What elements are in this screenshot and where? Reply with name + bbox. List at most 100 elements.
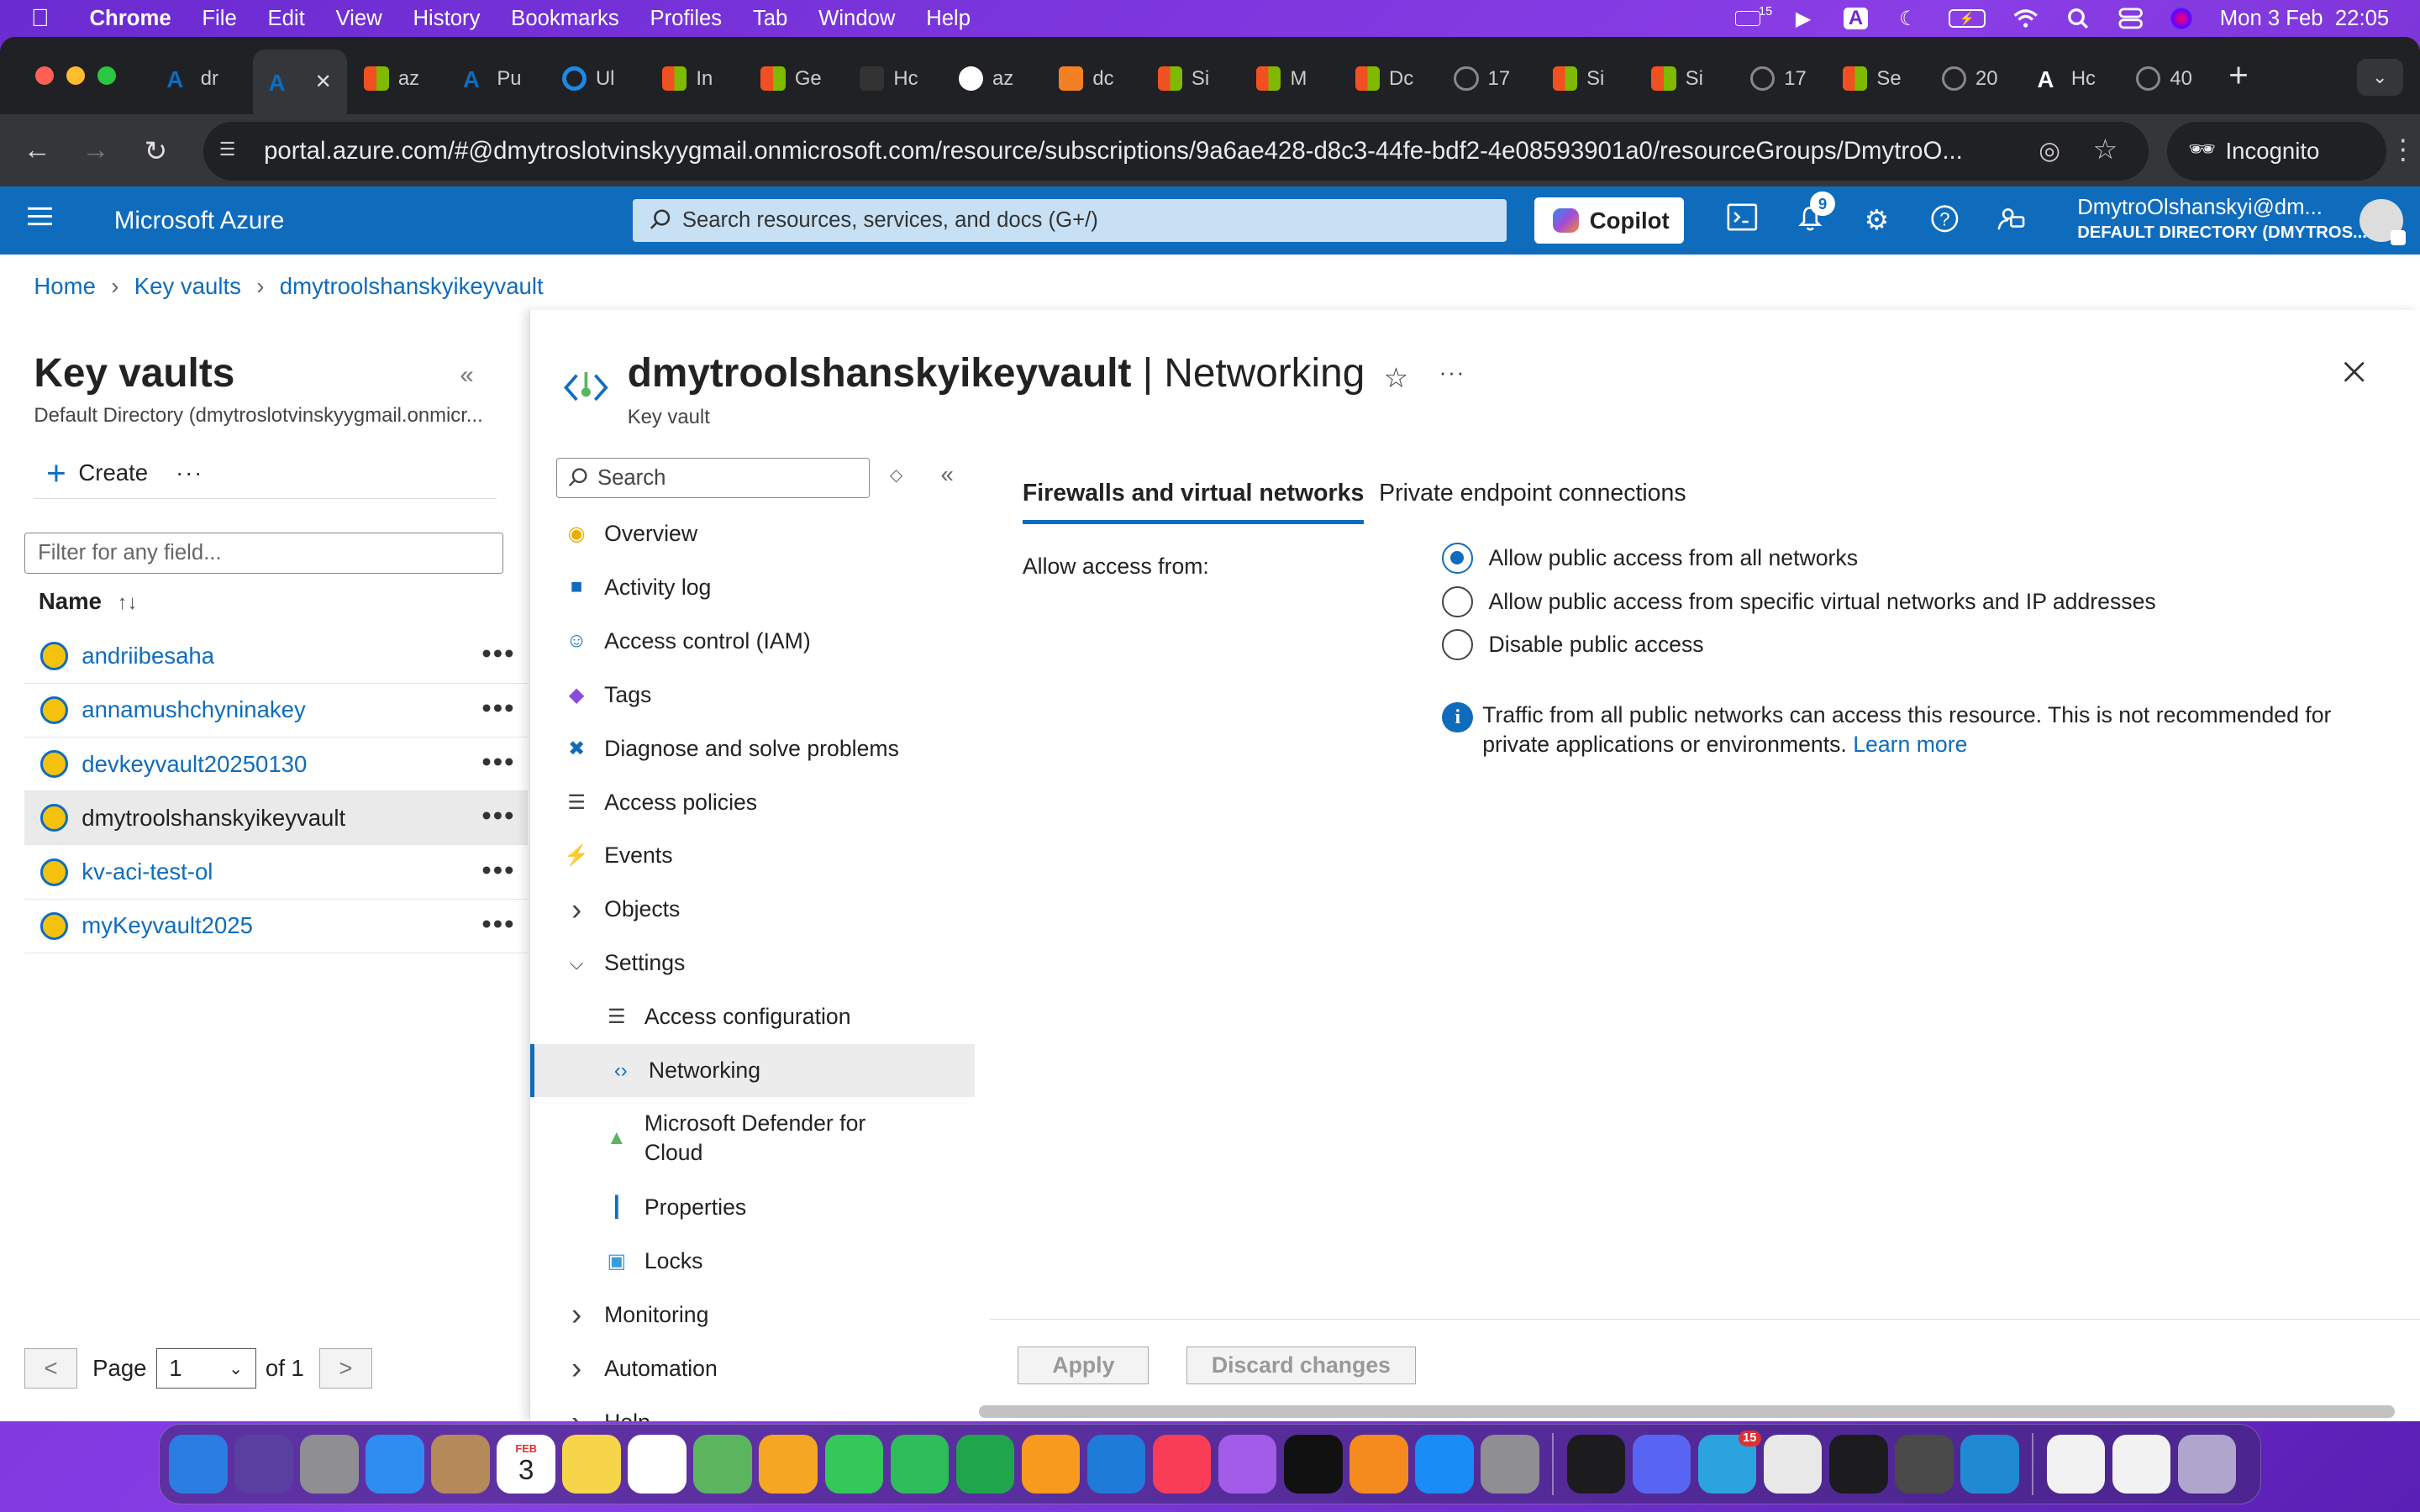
- menu-item-events[interactable]: ⚡ Events: [530, 830, 975, 882]
- browser-tab[interactable]: az: [958, 55, 1013, 102]
- menu-item-settings[interactable]: ⌵ Settings: [530, 937, 975, 990]
- menu-item-help[interactable]: › Help: [530, 1396, 975, 1421]
- finder-icon[interactable]: [169, 1435, 228, 1494]
- browser-tab[interactable]: Se: [1843, 55, 1902, 102]
- documents-stack-icon[interactable]: [2112, 1435, 2171, 1494]
- name-column-header[interactable]: Name ↑↓: [39, 588, 138, 615]
- cloud-shell-icon[interactable]: [1725, 203, 1759, 237]
- browser-tab[interactable]: 17: [1749, 55, 1807, 102]
- tracking-protection-icon[interactable]: ◎: [2039, 136, 2060, 165]
- browser-tab[interactable]: Si: [1552, 55, 1604, 102]
- table-row[interactable]: andriibesaha •••: [24, 629, 529, 684]
- row-more-icon[interactable]: •••: [481, 693, 515, 725]
- menu-item-access-control-iam[interactable]: ☺ Access control (IAM): [530, 615, 975, 667]
- notes-icon[interactable]: [562, 1435, 622, 1494]
- browser-tab[interactable]: Ul: [561, 55, 614, 102]
- vault-name-link[interactable]: devkeyvault20250130: [82, 751, 307, 778]
- browser-tab[interactable]: az: [364, 55, 419, 102]
- contacts-icon[interactable]: [431, 1435, 491, 1494]
- row-more-icon[interactable]: •••: [481, 909, 515, 941]
- help-icon[interactable]: ?: [1928, 203, 1961, 237]
- browser-tab[interactable]: dc: [1058, 55, 1114, 102]
- more-options-icon[interactable]: ···: [1439, 361, 1465, 386]
- tab-firewalls[interactable]: Firewalls and virtual networks: [1022, 480, 1365, 524]
- discord-icon[interactable]: [1632, 1435, 1691, 1494]
- browser-tab[interactable]: Ge: [760, 55, 822, 102]
- control-center-icon[interactable]: [2118, 8, 2143, 29]
- learn-more-link[interactable]: Learn more: [1853, 732, 1967, 757]
- menu-item-automation[interactable]: › Automation: [530, 1342, 975, 1394]
- chevron-down-icon[interactable]: ⌵: [563, 953, 591, 974]
- maps-icon[interactable]: [693, 1435, 753, 1494]
- close-icon[interactable]: [2342, 360, 2366, 391]
- menubar-clock[interactable]: Mon 3 Feb 22:05: [2220, 7, 2389, 31]
- appstore-icon[interactable]: [1414, 1435, 1474, 1494]
- browser-tab[interactable]: A Hc: [2037, 55, 2096, 102]
- browser-tab[interactable]: 17: [1454, 55, 1510, 102]
- reload-button[interactable]: ↻: [139, 134, 172, 168]
- sublime-icon[interactable]: [1894, 1435, 1954, 1494]
- radio-disable-public[interactable]: Disable public access: [1442, 629, 1704, 661]
- menu-help[interactable]: Help: [926, 7, 971, 31]
- tab-search-button[interactable]: ⌄: [2356, 58, 2403, 96]
- siri-icon[interactable]: [234, 1435, 293, 1494]
- incognito-indicator[interactable]: 🕶 Incognito: [2166, 122, 2386, 181]
- terminal-icon[interactable]: [1828, 1435, 1888, 1494]
- sort-toggle-icon[interactable]: ◇: [890, 465, 903, 486]
- forward-button[interactable]: →: [79, 134, 113, 166]
- vault-name-link[interactable]: annamushchyninakey: [82, 696, 305, 723]
- wifi-icon[interactable]: [2013, 8, 2038, 29]
- menu-search-input[interactable]: Search: [556, 458, 871, 499]
- siri-icon[interactable]: [2170, 8, 2192, 29]
- radio-indicator[interactable]: [1442, 629, 1474, 661]
- menu-item-access-configuration[interactable]: ☰ Access configuration: [530, 991, 975, 1043]
- chevron-right-icon[interactable]: ›: [563, 1297, 591, 1332]
- browser-tab[interactable]: Hc: [860, 55, 918, 102]
- row-more-icon[interactable]: •••: [481, 855, 515, 887]
- downloads-stack-icon[interactable]: [2046, 1435, 2106, 1494]
- menu-item-microsoft-defender-for-cloud[interactable]: ▲ Microsoft Defender for Cloud: [530, 1100, 975, 1177]
- breadcrumb-home[interactable]: Home: [34, 273, 95, 300]
- browser-tab[interactable]: Si: [1157, 55, 1209, 102]
- next-page-button[interactable]: >: [319, 1348, 372, 1389]
- menu-item-networking[interactable]: ‹› Networking: [529, 1044, 975, 1097]
- browser-tab[interactable]: A ✕: [253, 49, 348, 114]
- zoom-window-button[interactable]: [97, 66, 116, 85]
- browser-tab[interactable]: M: [1256, 55, 1307, 102]
- facetime-icon[interactable]: [890, 1435, 950, 1494]
- books-icon[interactable]: [1349, 1435, 1408, 1494]
- menu-item-properties[interactable]: ┃ Properties: [530, 1181, 975, 1233]
- pages-icon[interactable]: [1021, 1435, 1081, 1494]
- bookmark-star-icon[interactable]: ☆: [2093, 133, 2118, 166]
- tab-private-endpoints[interactable]: Private endpoint connections: [1379, 480, 1686, 507]
- menu-item-objects[interactable]: › Objects: [530, 884, 975, 936]
- chrome-menu-icon[interactable]: ⋮: [2389, 133, 2417, 166]
- breadcrumb-vault[interactable]: dmytroolshanskyikeyvault: [280, 273, 544, 300]
- row-more-icon[interactable]: •••: [481, 801, 515, 832]
- menu-item-monitoring[interactable]: › Monitoring: [530, 1289, 975, 1341]
- podcasts-icon[interactable]: [1218, 1435, 1277, 1494]
- chevron-right-icon[interactable]: ›: [563, 892, 591, 927]
- copilot-button[interactable]: Copilot: [1534, 197, 1684, 244]
- table-row[interactable]: myKeyvault2025 •••: [24, 900, 529, 954]
- browser-tab[interactable]: Dc: [1355, 55, 1413, 102]
- menu-history[interactable]: History: [413, 7, 480, 31]
- global-search-input[interactable]: Search resources, services, and docs (G+…: [633, 198, 1507, 243]
- messages-icon[interactable]: [824, 1435, 884, 1494]
- calendar-icon[interactable]: FEB 3: [497, 1435, 556, 1494]
- radio-all-networks[interactable]: Allow public access from all networks: [1442, 543, 1858, 575]
- create-button[interactable]: + Create ···: [46, 455, 203, 489]
- menu-profiles[interactable]: Profiles: [650, 7, 722, 31]
- collapse-menu-icon[interactable]: «: [941, 461, 954, 488]
- menu-bookmarks[interactable]: Bookmarks: [511, 7, 619, 31]
- browser-tab[interactable]: 40: [2135, 55, 2192, 102]
- favorite-star-icon[interactable]: ☆: [1384, 361, 1409, 395]
- table-row[interactable]: dmytroolshanskyikeyvault •••: [24, 791, 529, 846]
- appletv-icon[interactable]: [1283, 1435, 1343, 1494]
- reminders-icon[interactable]: [628, 1435, 687, 1494]
- table-row[interactable]: annamushchyninakey •••: [24, 684, 529, 738]
- photos-icon[interactable]: [759, 1435, 818, 1494]
- back-button[interactable]: ←: [20, 134, 54, 166]
- numbers-icon[interactable]: [955, 1435, 1015, 1494]
- menu-tab[interactable]: Tab: [753, 7, 787, 31]
